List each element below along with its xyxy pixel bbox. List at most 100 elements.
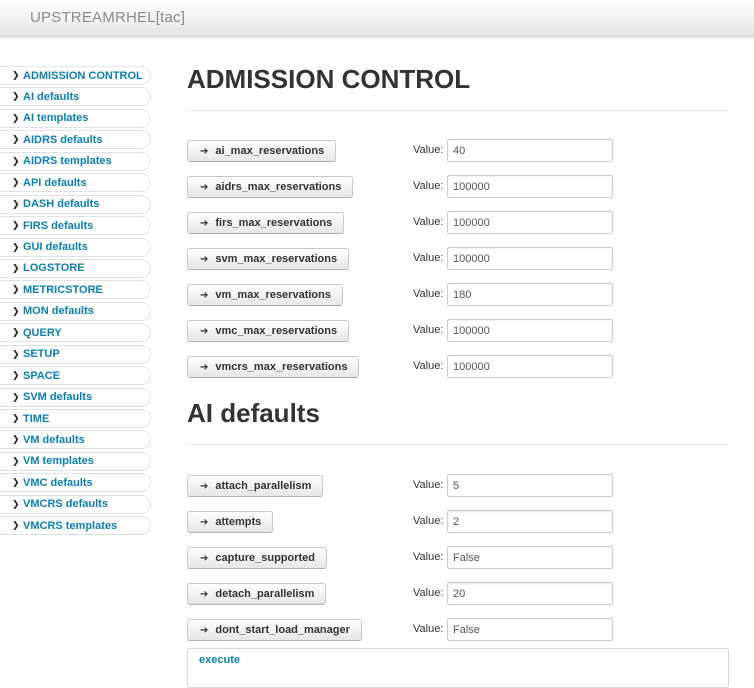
chevron-right-icon: ❯ xyxy=(12,391,20,402)
param-row: ➔ ai_max_reservations Value: xyxy=(187,139,729,176)
chevron-right-icon: ❯ xyxy=(12,327,20,338)
arrow-right-icon: ➔ xyxy=(200,325,209,337)
chevron-right-icon: ❯ xyxy=(12,155,20,166)
param-name: detach_parallelism xyxy=(215,588,315,600)
chevron-right-icon: ❯ xyxy=(12,413,20,423)
section-divider xyxy=(187,444,729,445)
value-input-svm-max-reservations[interactable] xyxy=(447,247,613,270)
chevron-right-icon: ❯ xyxy=(12,370,20,381)
admission-control-params: ➔ ai_max_reservations Value: ➔ aidrs_max_r… xyxy=(187,139,729,392)
arrow-right-icon: ➔ xyxy=(200,480,209,492)
value-input-vmc-max-reservations[interactable] xyxy=(447,319,613,342)
value-input-firs-max-reservations[interactable] xyxy=(447,211,613,234)
sidebar-item-label: QUERY xyxy=(23,326,62,339)
sidebar-item-time[interactable]: ❯ TIME xyxy=(0,409,151,428)
param-button-firs-max-reservations[interactable]: ➔ firs_max_reservations xyxy=(187,212,345,234)
sidebar-item-dash-defaults[interactable]: ❯ DASH defaults xyxy=(0,194,151,214)
param-row: ➔ detach_parallelism Value: xyxy=(187,582,729,619)
chevron-right-icon: ❯ xyxy=(12,198,20,209)
param-name: vmc_max_reservations xyxy=(215,325,338,337)
param-row: ➔ attach_parallelism Value: xyxy=(187,474,729,511)
value-input-capture-supported[interactable] xyxy=(447,546,613,569)
value-input-aidrs-max-reservations[interactable] xyxy=(447,175,613,198)
param-row: ➔ vmcrs_max_reservations Value: xyxy=(187,355,729,392)
param-button-ai-max-reservations[interactable]: ➔ ai_max_reservations xyxy=(187,140,337,162)
sidebar-item-api-defaults[interactable]: ❯ API defaults xyxy=(0,173,151,193)
sidebar-item-mon-defaults[interactable]: ❯ MON defaults xyxy=(0,301,151,321)
arrow-right-icon: ➔ xyxy=(200,289,209,301)
arrow-right-icon: ➔ xyxy=(200,516,209,528)
param-name: attempts xyxy=(215,516,262,528)
sidebar-item-vm-templates[interactable]: ❯ VM templates xyxy=(0,451,151,471)
sidebar-item-label: VMC defaults xyxy=(23,476,93,489)
sidebar-item-vmcrs-defaults[interactable]: ❯ VMCRS defaults xyxy=(0,494,151,514)
value-input-vm-max-reservations[interactable] xyxy=(447,283,613,306)
sidebar-item-space[interactable]: ❯ SPACE xyxy=(0,366,151,386)
value-input-dont-start-load-manager[interactable] xyxy=(447,618,613,641)
ai-defaults-params: ➔ attach_parallelism Value: ➔ attempts Val… xyxy=(187,474,729,655)
value-label: Value: xyxy=(413,288,444,300)
sidebar-item-label: VMCRS defaults xyxy=(23,498,108,511)
sidebar-item-svm-defaults[interactable]: ❯ SVM defaults xyxy=(0,387,151,407)
sidebar-item-query[interactable]: ❯ QUERY xyxy=(0,323,151,343)
sidebar-item-setup[interactable]: ❯ SETUP xyxy=(0,344,151,364)
ai-defaults-section: AI defaults xyxy=(187,394,729,445)
sidebar-item-label: AI defaults xyxy=(23,90,80,103)
value-label: Value: xyxy=(413,587,444,599)
param-button-capture-supported[interactable]: ➔ capture_supported xyxy=(187,547,328,569)
param-button-vm-max-reservations[interactable]: ➔ vm_max_reservations xyxy=(187,284,343,306)
sidebar-item-label: AI templates xyxy=(23,112,89,125)
execute-link[interactable]: execute xyxy=(199,654,240,666)
sidebar-item-label: VMCRS templates xyxy=(23,519,118,532)
arrow-right-icon: ➔ xyxy=(200,588,209,600)
arrow-right-icon: ➔ xyxy=(200,145,209,157)
main-content: ADMISSION CONTROL ➔ ai_max_reservations V… xyxy=(187,60,729,688)
sidebar-item-firs-defaults[interactable]: ❯ FIRS defaults xyxy=(0,216,151,236)
chevron-right-icon: ❯ xyxy=(12,70,20,80)
value-input-attach-parallelism[interactable] xyxy=(447,474,613,497)
param-row: ➔ capture_supported Value: xyxy=(187,546,729,583)
chevron-right-icon: ❯ xyxy=(12,434,20,445)
value-label: Value: xyxy=(413,479,444,491)
top-navbar: UPSTREAMRHEL[tac] xyxy=(0,0,754,37)
value-label: Value: xyxy=(413,216,444,228)
param-button-vmcrs-max-reservations[interactable]: ➔ vmcrs_max_reservations xyxy=(187,356,360,378)
value-label: Value: xyxy=(413,360,444,372)
sidebar-item-metricstore[interactable]: ❯ METRICSTORE xyxy=(0,280,151,300)
sidebar-item-vmcrs-templates[interactable]: ❯ VMCRS templates xyxy=(0,516,151,536)
param-button-aidrs-max-reservations[interactable]: ➔ aidrs_max_reservations xyxy=(187,176,354,198)
param-button-attempts[interactable]: ➔ attempts xyxy=(187,511,274,533)
value-input-attempts[interactable] xyxy=(447,510,613,533)
param-button-vmc-max-reservations[interactable]: ➔ vmc_max_reservations xyxy=(187,320,350,342)
param-button-dont-start-load-manager[interactable]: ➔ dont_start_load_manager xyxy=(187,619,362,641)
value-input-detach-parallelism[interactable] xyxy=(447,582,613,605)
param-name: dont_start_load_manager xyxy=(215,624,350,636)
sidebar-item-gui-defaults[interactable]: ❯ GUI defaults xyxy=(0,237,151,257)
value-input-ai-max-reservations[interactable] xyxy=(447,139,613,162)
value-label: Value: xyxy=(413,180,444,192)
sidebar-item-vmc-defaults[interactable]: ❯ VMC defaults xyxy=(0,473,151,493)
param-button-svm-max-reservations[interactable]: ➔ svm_max_reservations xyxy=(187,248,350,270)
param-button-attach-parallelism[interactable]: ➔ attach_parallelism xyxy=(187,475,324,497)
sidebar-item-ai-templates[interactable]: ❯ AI templates xyxy=(0,108,151,128)
chevron-right-icon: ❯ xyxy=(12,498,20,509)
sidebar-item-label: METRICSTORE xyxy=(23,283,103,296)
app-title[interactable]: UPSTREAMRHEL[tac] xyxy=(30,9,185,26)
sidebar-item-label: FIRS defaults xyxy=(23,219,94,232)
param-row: ➔ aidrs_max_reservations Value: xyxy=(187,175,729,212)
value-label: Value: xyxy=(413,623,444,635)
sidebar-item-aidrs-templates[interactable]: ❯ AIDRS templates xyxy=(0,151,151,171)
param-name: attach_parallelism xyxy=(215,480,312,492)
sidebar-item-ai-defaults[interactable]: ❯ AI defaults xyxy=(0,87,151,107)
value-label: Value: xyxy=(413,515,444,527)
sidebar-item-aidrs-defaults[interactable]: ❯ AIDRS defaults xyxy=(0,130,151,150)
param-row: ➔ attempts Value: xyxy=(187,510,729,547)
value-input-vmcrs-max-reservations[interactable] xyxy=(447,355,613,378)
chevron-right-icon: ❯ xyxy=(12,112,20,123)
value-label: Value: xyxy=(413,144,444,156)
param-button-detach-parallelism[interactable]: ➔ detach_parallelism xyxy=(187,583,327,605)
sidebar-item-vm-defaults[interactable]: ❯ VM defaults xyxy=(0,430,151,450)
sidebar-item-logstore[interactable]: ❯ LOGSTORE xyxy=(0,258,151,278)
sidebar-item-admission-control[interactable]: ❯ ADMISSION CONTROL xyxy=(0,66,151,85)
param-name: vm_max_reservations xyxy=(215,289,331,301)
